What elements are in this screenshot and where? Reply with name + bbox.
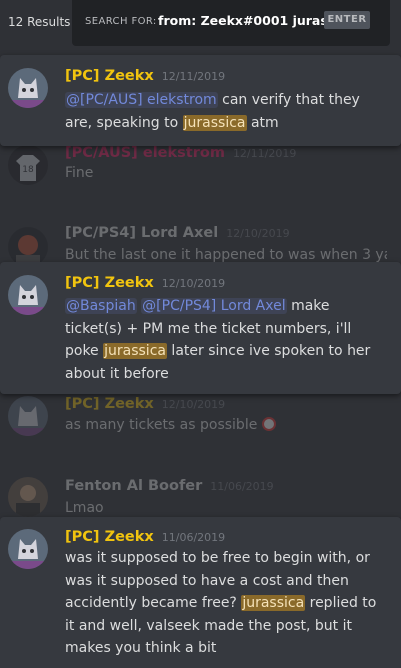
- search-hit-highlight: jurassica: [241, 595, 306, 611]
- avatar[interactable]: 18: [8, 145, 48, 185]
- message-content: was it supposed to be free to begin with…: [65, 547, 387, 660]
- message-timestamp: 12/10/2019: [161, 398, 226, 411]
- message-text: atm: [246, 114, 279, 131]
- search-result-message[interactable]: [PC] Zeekx 11/06/2019 was it supposed to …: [0, 517, 401, 668]
- avatar[interactable]: [8, 477, 48, 517]
- avatar[interactable]: [8, 227, 48, 267]
- message-timestamp: 12/11/2019: [232, 147, 297, 160]
- context-message: Fenton Al Boofer 11/06/2019 Lmao: [0, 470, 401, 518]
- search-input[interactable]: SEARCH FOR: from: Zeekx#0001 juras... EN…: [72, 0, 390, 46]
- message-timestamp: 12/11/2019: [161, 70, 226, 83]
- search-hit-highlight: jurassica: [103, 343, 167, 359]
- avatar[interactable]: [8, 68, 48, 108]
- clock-emoji: [261, 417, 276, 431]
- jersey-avatar-icon: 18: [8, 145, 48, 185]
- results-count: 12 Results: [8, 15, 71, 29]
- user-mention[interactable]: @[PC/PS4] Lord Axel: [141, 298, 287, 314]
- cat-avatar-icon: [8, 396, 48, 436]
- avatar[interactable]: [8, 275, 48, 315]
- message-content: @Baspiah @[PC/PS4] Lord Axel make ticket…: [65, 295, 387, 385]
- message-timestamp: 12/10/2019: [226, 227, 290, 240]
- message-author[interactable]: [PC] Zeekx 11/06/2019: [65, 529, 225, 545]
- search-results-header: 12 Results SEARCH FOR: from: Zeekx#0001 …: [0, 0, 401, 46]
- message-text: Fine: [65, 165, 94, 181]
- message-author[interactable]: [PC/AUS] elekstrom 12/11/2019: [65, 145, 296, 161]
- author-name[interactable]: [PC/AUS] elekstrom: [65, 145, 225, 161]
- message-content: Lmao: [65, 497, 387, 517]
- context-message: [PC] Zeekx 12/10/2019 as many tickets as …: [0, 394, 401, 444]
- search-hit-highlight: jurassica: [182, 114, 247, 131]
- search-query-text[interactable]: from: Zeekx#0001 juras...: [158, 13, 328, 28]
- cat-avatar-icon: [8, 529, 48, 569]
- cat-avatar-icon: [8, 275, 48, 315]
- search-result-message[interactable]: [PC] Zeekx 12/11/2019 @[PC/AUS] elekstrom…: [0, 55, 401, 146]
- person-avatar-icon: [8, 477, 48, 517]
- message-author[interactable]: [PC/PS4] Lord Axel 12/10/2019: [65, 225, 290, 241]
- character-avatar-icon: [8, 227, 48, 267]
- message-text: But the last one it happened to was when…: [65, 247, 387, 263]
- search-result-message[interactable]: [PC] Zeekx 12/10/2019 @Baspiah @[PC/PS4] …: [0, 262, 401, 394]
- message-content: as many tickets as possible: [65, 414, 387, 437]
- message-timestamp: 12/10/2019: [161, 277, 226, 290]
- message-timestamp: 11/06/2019: [210, 480, 274, 493]
- message-text: Lmao: [65, 500, 104, 516]
- message-author[interactable]: [PC] Zeekx 12/11/2019: [65, 68, 225, 84]
- svg-text:18: 18: [22, 165, 34, 175]
- author-name[interactable]: [PC] Zeekx: [65, 529, 154, 545]
- author-name[interactable]: [PC/PS4] Lord Axel: [65, 225, 218, 241]
- author-name[interactable]: [PC] Zeekx: [65, 396, 154, 412]
- message-content: @[PC/AUS] elekstrom can verify that they…: [65, 89, 387, 134]
- author-name[interactable]: Fenton Al Boofer: [65, 478, 202, 494]
- context-message: 18 [PC/AUS] elekstrom 12/11/2019 Fine: [0, 140, 401, 210]
- message-author[interactable]: [PC] Zeekx 12/10/2019: [65, 275, 225, 291]
- author-name[interactable]: [PC] Zeekx: [65, 68, 154, 84]
- context-message: [PC/PS4] Lord Axel 12/10/2019 But the las…: [0, 222, 401, 267]
- cat-avatar-icon: [8, 68, 48, 108]
- avatar[interactable]: [8, 529, 48, 569]
- message-content: Fine: [65, 162, 387, 185]
- message-author[interactable]: Fenton Al Boofer 11/06/2019: [65, 478, 274, 494]
- user-mention[interactable]: @[PC/AUS] elekstrom: [65, 92, 218, 108]
- enter-button[interactable]: ENTER: [324, 11, 370, 29]
- search-prefix-label: SEARCH FOR:: [85, 16, 157, 27]
- user-mention[interactable]: @Baspiah: [65, 298, 137, 314]
- message-timestamp: 11/06/2019: [161, 531, 226, 544]
- author-name[interactable]: [PC] Zeekx: [65, 275, 154, 291]
- avatar[interactable]: [8, 396, 48, 436]
- message-text: as many tickets as possible: [65, 417, 262, 433]
- message-author[interactable]: [PC] Zeekx 12/10/2019: [65, 396, 225, 412]
